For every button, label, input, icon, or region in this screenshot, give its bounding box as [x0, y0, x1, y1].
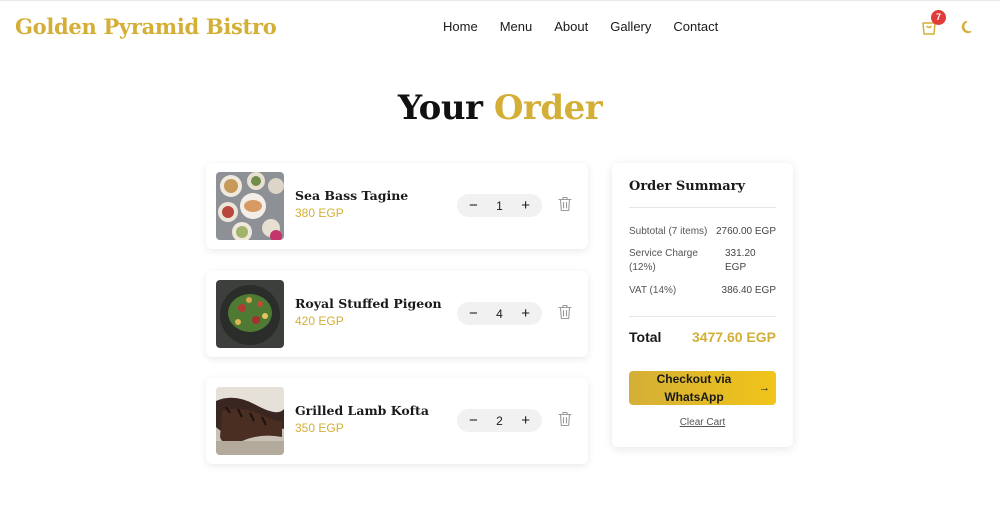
- total-label: Total: [629, 329, 662, 345]
- divider: [629, 207, 776, 208]
- item-name: Sea Bass Tagine: [295, 188, 409, 203]
- nav-gallery[interactable]: Gallery: [610, 19, 651, 34]
- vat-value: 386.40 EGP: [721, 285, 776, 296]
- service-charge-value: 331.20 EGP: [725, 247, 756, 275]
- service-charge-value-line1: 331.20: [725, 248, 756, 259]
- quantity-stepper: − 4 +: [457, 302, 542, 325]
- item-image: [216, 280, 284, 348]
- checkout-label-line2: WhatsApp: [664, 390, 724, 404]
- increase-qty-button[interactable]: +: [521, 413, 530, 428]
- service-charge-label-line2: (12%): [629, 262, 656, 273]
- brand-logo[interactable]: Golden Pyramid Bistro: [15, 14, 277, 39]
- item-price: 380 EGP: [295, 206, 344, 220]
- quantity-stepper: − 1 +: [457, 194, 542, 217]
- divider: [629, 316, 776, 317]
- item-price: 420 EGP: [295, 314, 344, 328]
- item-price: 350 EGP: [295, 421, 344, 435]
- total-value: 3477.60 EGP: [691, 329, 776, 345]
- subtotal-label: Subtotal (7 items): [629, 226, 708, 237]
- item-image: [216, 172, 284, 240]
- item-image: [216, 387, 284, 455]
- quantity-value: 4: [496, 306, 503, 321]
- arrow-right-icon: →: [759, 382, 770, 394]
- page-title: Your Order: [0, 88, 1000, 128]
- checkout-label: Checkout via WhatsApp: [629, 370, 759, 406]
- cart-item: Grilled Lamb Kofta 350 EGP − 2 +: [206, 378, 588, 464]
- page-title-order: Order: [493, 88, 603, 128]
- nav-menu[interactable]: Menu: [500, 19, 533, 34]
- subtotal-value: 2760.00 EGP: [715, 226, 776, 237]
- cart-item: Sea Bass Tagine 380 EGP − 1 +: [206, 163, 588, 249]
- cart-item: Royal Stuffed Pigeon 420 EGP − 4 +: [206, 271, 588, 357]
- page-title-your: Your: [397, 88, 483, 128]
- decrease-qty-button[interactable]: −: [469, 306, 478, 321]
- item-name: Grilled Lamb Kofta: [295, 403, 429, 418]
- decrease-qty-button[interactable]: −: [469, 413, 478, 428]
- item-name: Royal Stuffed Pigeon: [295, 296, 442, 311]
- main-nav: Home Menu About Gallery Contact: [443, 19, 740, 34]
- vat-label: VAT (14%): [629, 285, 677, 296]
- nav-contact[interactable]: Contact: [673, 19, 718, 34]
- quantity-value: 2: [496, 413, 503, 428]
- trash-icon[interactable]: [558, 196, 572, 212]
- moon-icon[interactable]: [960, 19, 976, 35]
- summary-title: Order Summary: [629, 179, 746, 194]
- trash-icon[interactable]: [558, 411, 572, 427]
- checkout-label-line1: Checkout via: [656, 372, 732, 386]
- site-header: Golden Pyramid Bistro Home Menu About Ga…: [0, 0, 1000, 54]
- order-summary-panel: Order Summary Subtotal (7 items) 2760.00…: [612, 163, 793, 447]
- nav-about[interactable]: About: [554, 19, 588, 34]
- increase-qty-button[interactable]: +: [521, 198, 530, 213]
- nav-home[interactable]: Home: [443, 19, 478, 34]
- service-charge-label-line1: Service Charge: [629, 248, 698, 259]
- increase-qty-button[interactable]: +: [521, 306, 530, 321]
- quantity-stepper: − 2 +: [457, 409, 542, 432]
- clear-cart-link[interactable]: Clear Cart: [612, 417, 793, 428]
- trash-icon[interactable]: [558, 304, 572, 320]
- cart-count-badge: 7: [931, 10, 946, 25]
- checkout-whatsapp-button[interactable]: Checkout via WhatsApp →: [629, 371, 776, 405]
- service-charge-value-line2: EGP: [725, 262, 747, 273]
- service-charge-label: Service Charge (12%): [629, 247, 698, 275]
- quantity-value: 1: [496, 198, 503, 213]
- decrease-qty-button[interactable]: −: [469, 198, 478, 213]
